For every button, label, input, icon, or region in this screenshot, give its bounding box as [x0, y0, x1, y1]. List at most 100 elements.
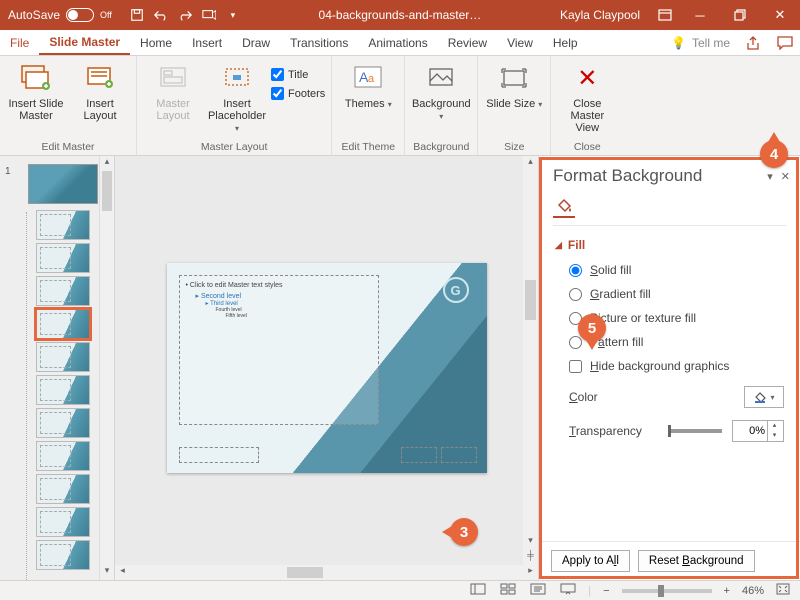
user-name[interactable]: Kayla Claypool [550, 8, 650, 22]
minimize-icon[interactable]: ─ [680, 0, 720, 30]
color-picker-button[interactable]: ▾ [744, 386, 784, 408]
split-icon[interactable]: ╪ [523, 550, 538, 565]
pane-options-icon[interactable]: ▾ [767, 170, 773, 183]
autosave-toggle[interactable]: AutoSave Off [0, 8, 120, 22]
group-label-edit-master: Edit Master [6, 139, 130, 155]
fill-section-header[interactable]: ◢Fill [555, 236, 784, 258]
scroll-left-icon[interactable]: ◂ [115, 565, 130, 580]
footer-placeholder[interactable] [401, 447, 437, 463]
slide-canvas-area: G • Click to edit Master text styles ▸ S… [115, 156, 538, 580]
share-button[interactable] [740, 30, 770, 55]
close-master-icon: ✕ [571, 62, 603, 94]
save-icon[interactable] [126, 4, 148, 26]
layout-thumbnail[interactable] [36, 474, 90, 504]
work-area: 1 ▴ ▾ G • Click to edit Master t [0, 156, 800, 580]
color-label: Color [569, 390, 734, 404]
title-checkbox[interactable]: Title [271, 66, 325, 83]
callout-badge-5: 5 [578, 314, 606, 342]
transparency-slider[interactable] [668, 429, 722, 433]
footer-placeholder[interactable] [441, 447, 477, 463]
spinner-down-icon[interactable]: ▾ [768, 431, 781, 441]
tab-slide-master[interactable]: Slide Master [39, 30, 130, 55]
themes-icon: Aa [352, 62, 384, 94]
layout-thumbnail[interactable] [36, 507, 90, 537]
pane-close-icon[interactable]: ✕ [781, 170, 790, 183]
master-thumbnail[interactable] [28, 164, 98, 204]
layout-thumbnail[interactable] [36, 408, 90, 438]
group-close: ✕ Close Master View Close [551, 56, 623, 155]
transparency-spinner[interactable]: ▴▾ [732, 420, 784, 442]
layout-thumbnail[interactable] [36, 540, 90, 570]
tab-draw[interactable]: Draw [232, 30, 280, 55]
restore-icon[interactable] [720, 0, 760, 30]
zoom-slider[interactable] [622, 589, 712, 593]
redo-icon[interactable] [174, 4, 196, 26]
layout-thumbnail[interactable] [36, 243, 90, 273]
undo-icon[interactable] [150, 4, 172, 26]
fill-tab-icon[interactable] [553, 196, 575, 218]
slide-preview[interactable]: G • Click to edit Master text styles ▸ S… [167, 263, 487, 473]
tab-view[interactable]: View [497, 30, 543, 55]
slideshow-icon[interactable] [558, 583, 578, 598]
scrollbar-thumb[interactable] [287, 567, 323, 578]
tab-review[interactable]: Review [438, 30, 497, 55]
transparency-value[interactable] [733, 425, 767, 437]
layout-thumbnail[interactable] [36, 441, 90, 471]
group-master-layout: Master Layout Insert Placeholder ▾ Title… [137, 56, 332, 155]
themes-button[interactable]: Aa Themes ▾ [338, 58, 398, 136]
slide-size-button[interactable]: Slide Size ▾ [484, 58, 544, 136]
ribbon-display-options-icon[interactable] [650, 0, 680, 30]
insert-slide-master-button[interactable]: Insert Slide Master [6, 58, 66, 136]
hide-bg-graphics-checkbox[interactable]: Hide background graphics [555, 354, 784, 378]
insert-layout-button[interactable]: Insert Layout [70, 58, 130, 136]
footers-checkbox[interactable]: Footers [271, 85, 325, 102]
qat-customize-icon[interactable]: ▾ [222, 4, 244, 26]
close-master-view-button[interactable]: ✕ Close Master View [557, 58, 617, 136]
layout-thumbnail[interactable] [36, 342, 90, 372]
comments-button[interactable] [770, 30, 800, 55]
group-label-close: Close [557, 139, 617, 155]
group-edit-theme: Aa Themes ▾ Edit Theme [332, 56, 405, 155]
insert-placeholder-button[interactable]: Insert Placeholder ▾ [207, 58, 267, 136]
reset-background-button[interactable]: Reset Background [638, 550, 755, 572]
scrollbar-thumb[interactable] [525, 280, 536, 320]
normal-view-icon[interactable] [468, 583, 488, 598]
scroll-down-icon[interactable]: ▾ [523, 535, 538, 550]
start-from-beginning-icon[interactable] [198, 4, 220, 26]
canvas-vertical-scrollbar[interactable]: ▴ ▾ ╪ [523, 156, 538, 565]
spinner-up-icon[interactable]: ▴ [768, 421, 781, 431]
scroll-up-icon[interactable]: ▴ [100, 156, 114, 171]
scrollbar-thumb[interactable] [102, 171, 112, 211]
scroll-right-icon[interactable]: ▸ [523, 565, 538, 580]
group-label-background: Background [411, 139, 471, 155]
gradient-fill-radio[interactable]: Gradient fill [555, 282, 784, 306]
content-placeholder[interactable]: • Click to edit Master text styles ▸ Sec… [179, 275, 379, 425]
tab-transitions[interactable]: Transitions [280, 30, 358, 55]
layout-thumbnail[interactable] [36, 375, 90, 405]
fit-to-window-icon[interactable] [774, 583, 792, 598]
footer-placeholder[interactable] [179, 447, 259, 463]
tab-animations[interactable]: Animations [358, 30, 437, 55]
tab-insert[interactable]: Insert [182, 30, 232, 55]
layout-thumbnail[interactable] [36, 276, 90, 306]
tab-file[interactable]: File [0, 30, 39, 55]
tab-help[interactable]: Help [543, 30, 588, 55]
scroll-down-icon[interactable]: ▾ [100, 565, 114, 580]
zoom-level[interactable]: 46% [742, 585, 764, 597]
close-icon[interactable]: ✕ [760, 0, 800, 30]
solid-fill-radio[interactable]: Solid fill [555, 258, 784, 282]
tab-home[interactable]: Home [130, 30, 182, 55]
reading-view-icon[interactable] [528, 583, 548, 598]
zoom-in-icon[interactable]: + [722, 585, 732, 597]
scroll-up-icon[interactable]: ▴ [523, 156, 538, 171]
background-button[interactable]: Background ▾ [411, 58, 471, 136]
layout-thumbnail[interactable] [36, 210, 90, 240]
zoom-out-icon[interactable]: − [601, 585, 611, 597]
thumbnails-scrollbar[interactable]: ▴ ▾ [99, 156, 114, 580]
canvas-horizontal-scrollbar[interactable]: ◂ ▸ [115, 565, 538, 580]
slide-sorter-icon[interactable] [498, 583, 518, 598]
layout-thumbnail-selected[interactable] [36, 309, 90, 339]
chevron-down-icon: ▾ [439, 112, 443, 121]
apply-to-all-button[interactable]: Apply to All [551, 550, 630, 572]
tell-me-search[interactable]: 💡Tell me [661, 30, 740, 55]
